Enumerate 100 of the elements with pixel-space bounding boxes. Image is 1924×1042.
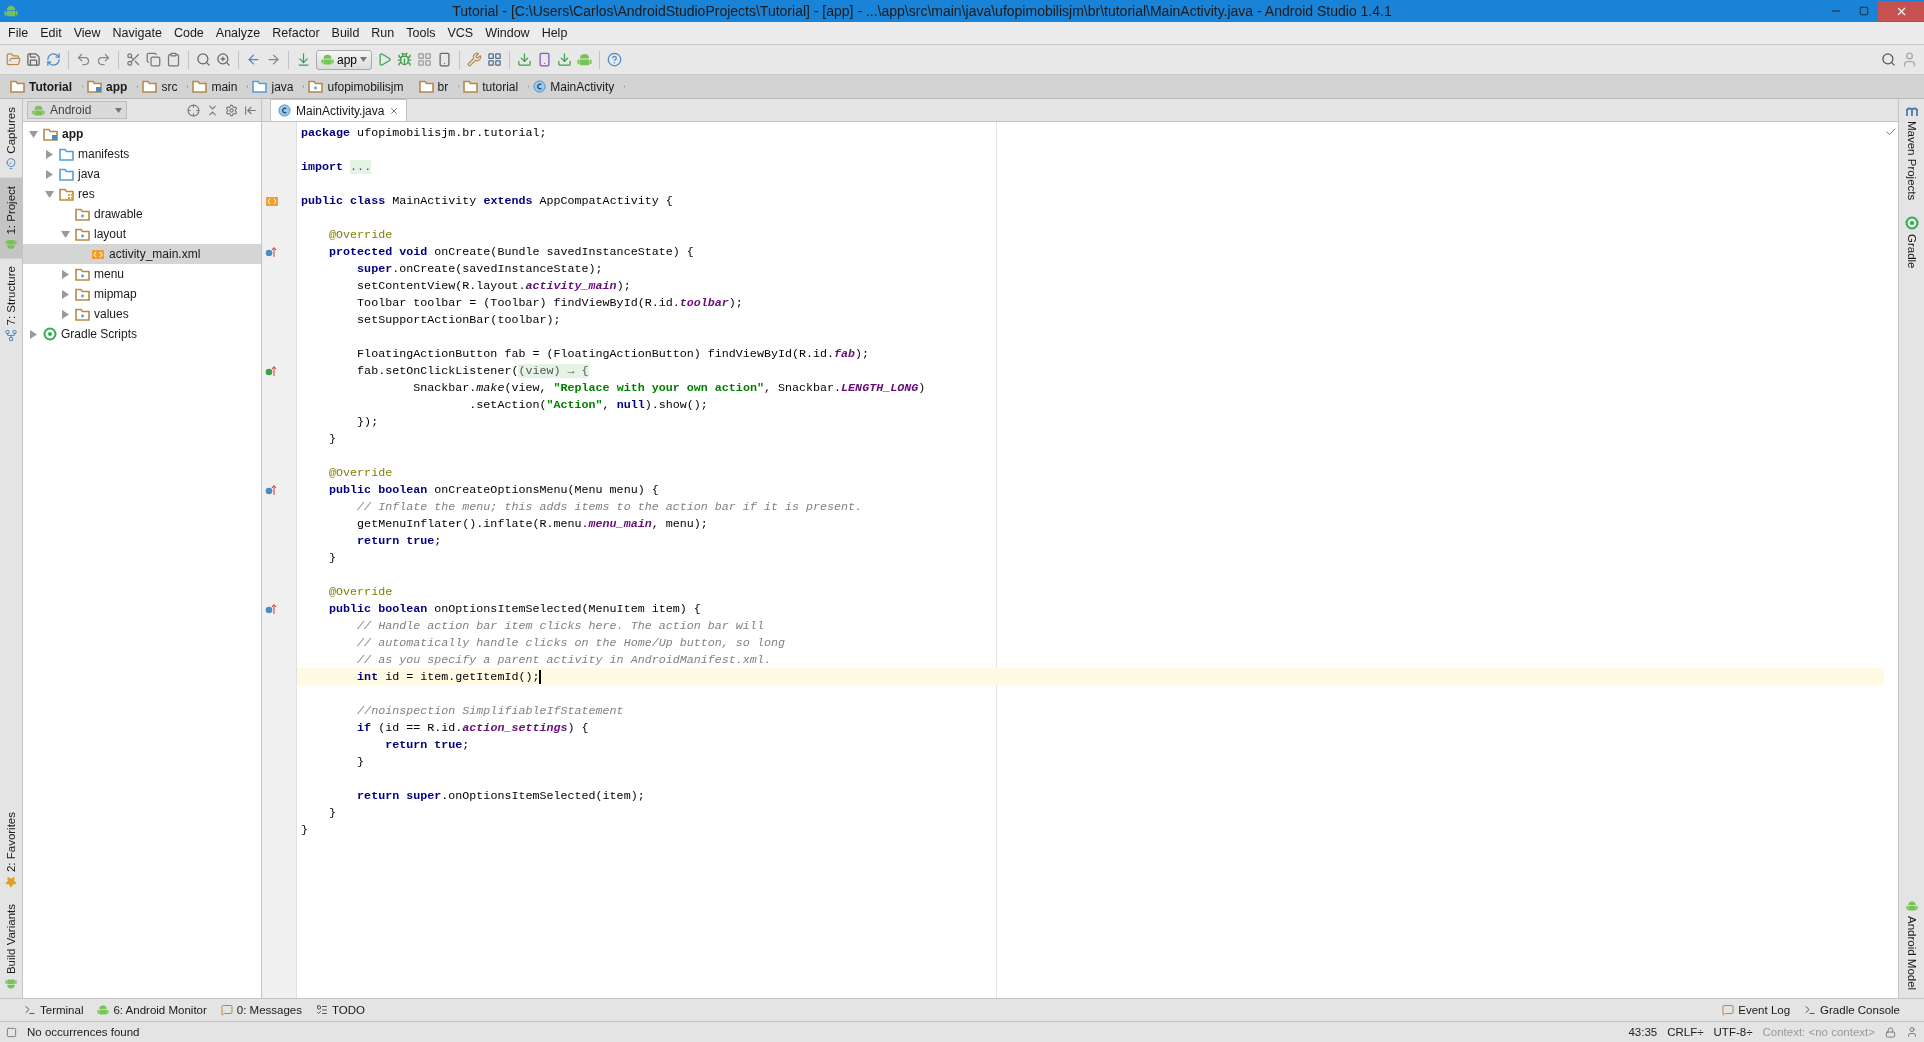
tree-item[interactable]: activity_main.xml: [23, 244, 261, 264]
code-line: // as you specify a parent activity in AndroidManifest.xml.: [356, 652, 771, 667]
inspector-icon[interactable]: [1906, 1026, 1918, 1038]
main-menu-entry[interactable]: Tools: [400, 26, 442, 40]
run-configuration-dropdown[interactable]: app: [316, 49, 373, 70]
replace-icon[interactable]: [216, 52, 231, 67]
collapse-all-icon[interactable]: [206, 103, 219, 117]
main-menu-entry[interactable]: Build: [325, 26, 366, 40]
window-title: Tutorial - [C:\Users\Carlos\AndroidStudioProjects\Tutorial] - [app] - ...\app\src\main\java\ufopimobilisjm\br\tutorial\MainActivity.java - Android Studio 1.4.1: [451, 3, 1393, 19]
tool-window-tab[interactable]: Build Variants: [0, 895, 22, 998]
tree-item[interactable]: mipmap: [23, 284, 261, 304]
device-icon[interactable]: [437, 52, 453, 67]
main-menu-entry[interactable]: VCS: [441, 26, 480, 40]
folder-icon: [463, 80, 479, 93]
main-menu-entry[interactable]: File: [2, 26, 35, 40]
tree-item[interactable]: manifests: [23, 144, 261, 164]
expand-arrow-icon[interactable]: [44, 169, 54, 179]
close-icon[interactable]: [389, 105, 400, 116]
breadcrumb-item[interactable]: app: [83, 79, 139, 94]
open-folder-icon[interactable]: [6, 52, 21, 67]
search-icon[interactable]: [1881, 52, 1896, 67]
tree-item[interactable]: java: [23, 164, 261, 184]
sdk-manager-icon[interactable]: [557, 52, 573, 67]
avd-manager-icon[interactable]: [537, 52, 553, 67]
tree-item[interactable]: res: [23, 184, 261, 204]
forward-icon[interactable]: [266, 52, 281, 67]
main-menu-entry[interactable]: Refactor: [266, 26, 326, 40]
breadcrumb-item[interactable]: java: [248, 79, 305, 94]
panel-toggle-icon[interactable]: [6, 1026, 17, 1038]
tool-window-tab[interactable]: 7: Structure: [0, 258, 22, 350]
expand-arrow-icon[interactable]: [60, 309, 70, 319]
run-icon[interactable]: [377, 52, 393, 67]
tool-window-button[interactable]: Gradle Console: [1804, 1004, 1900, 1016]
tree-item[interactable]: values: [23, 304, 261, 324]
coverage-icon[interactable]: [417, 52, 433, 67]
project-view-dropdown[interactable]: Android: [27, 101, 127, 119]
tool-window-tab[interactable]: Maven Projects: [1899, 99, 1924, 209]
file-encoding[interactable]: UTF-8÷: [1713, 1026, 1753, 1038]
collapse-arrow-icon[interactable]: [28, 129, 38, 139]
hide-panel-icon[interactable]: [244, 103, 257, 117]
tool-window-button[interactable]: Event Log: [1722, 1004, 1791, 1016]
debug-icon[interactable]: [397, 52, 413, 67]
project-structure-icon[interactable]: [487, 52, 503, 67]
breadcrumb-item[interactable]: main: [188, 79, 249, 94]
paste-icon[interactable]: [166, 52, 181, 67]
tool-window-button[interactable]: Terminal: [24, 1004, 84, 1016]
main-menu-entry[interactable]: Run: [365, 26, 401, 40]
breadcrumb-item[interactable]: src: [138, 79, 189, 94]
undo-icon[interactable]: [76, 52, 91, 67]
tree-item[interactable]: Gradle Scripts: [23, 324, 261, 344]
wrench-icon[interactable]: [467, 52, 483, 67]
main-menu-entry[interactable]: Navigate: [106, 26, 168, 40]
breadcrumb-item[interactable]: ufopimobilisjm: [304, 79, 415, 94]
tool-window-button[interactable]: TODO: [316, 1004, 366, 1016]
line-separator[interactable]: CRLF÷: [1667, 1026, 1704, 1038]
redo-icon[interactable]: [96, 52, 111, 67]
tree-item[interactable]: menu: [23, 264, 261, 284]
breadcrumb-item[interactable]: Tutorial: [6, 79, 84, 94]
sync-icon[interactable]: [46, 52, 61, 67]
breadcrumb-item[interactable]: tutorial: [459, 79, 530, 94]
settings-icon[interactable]: [225, 103, 238, 117]
main-menu-entry[interactable]: View: [67, 26, 107, 40]
copy-icon[interactable]: [146, 52, 161, 67]
tool-window-tab[interactable]: Gradle: [1899, 208, 1924, 277]
main-menu-entry[interactable]: Code: [167, 26, 210, 40]
user-avatar-icon[interactable]: [1901, 51, 1918, 68]
tool-window-button[interactable]: 0: Messages: [220, 1004, 302, 1016]
breadcrumb-item[interactable]: br: [414, 79, 460, 94]
help-icon[interactable]: [607, 52, 623, 67]
tree-item[interactable]: layout: [23, 224, 261, 244]
main-menu-entry[interactable]: Window: [479, 26, 536, 40]
tool-window-tab[interactable]: Captures: [0, 99, 22, 178]
search-icon[interactable]: [196, 52, 211, 67]
expand-arrow-icon[interactable]: [60, 269, 70, 279]
tool-window-button[interactable]: 6: Android Monitor: [97, 1004, 207, 1016]
sync-gradle-icon[interactable]: [517, 52, 533, 67]
collapse-arrow-icon[interactable]: [44, 189, 54, 199]
main-menu-entry[interactable]: Edit: [34, 26, 68, 40]
save-icon[interactable]: [26, 52, 41, 67]
cut-icon[interactable]: [126, 52, 141, 67]
main-menu-entry[interactable]: Help: [535, 26, 574, 40]
tool-window-tab[interactable]: 2: Favorites: [0, 803, 22, 896]
locate-icon[interactable]: [187, 103, 200, 117]
caret-position[interactable]: 43:35: [1628, 1026, 1658, 1038]
collapse-arrow-icon[interactable]: [60, 229, 70, 239]
gradle-icon: [43, 327, 57, 341]
lock-icon[interactable]: [1885, 1026, 1896, 1038]
tree-item[interactable]: drawable: [23, 204, 261, 224]
expand-arrow-icon[interactable]: [60, 289, 70, 299]
breadcrumb-item[interactable]: MainActivity: [529, 79, 626, 94]
expand-arrow-icon[interactable]: [44, 149, 54, 159]
tree-item[interactable]: app: [23, 124, 261, 144]
make-icon[interactable]: [296, 52, 311, 67]
tool-window-tab[interactable]: Android Model: [1899, 891, 1924, 998]
main-menu-entry[interactable]: Analyze: [209, 26, 267, 40]
editor-tab[interactable]: MainActivity.java: [270, 99, 408, 121]
tool-window-tab[interactable]: 1: Project: [0, 177, 22, 259]
back-icon[interactable]: [246, 52, 261, 67]
expand-arrow-icon[interactable]: [28, 329, 38, 339]
close-button[interactable]: [1878, 1, 1924, 21]
